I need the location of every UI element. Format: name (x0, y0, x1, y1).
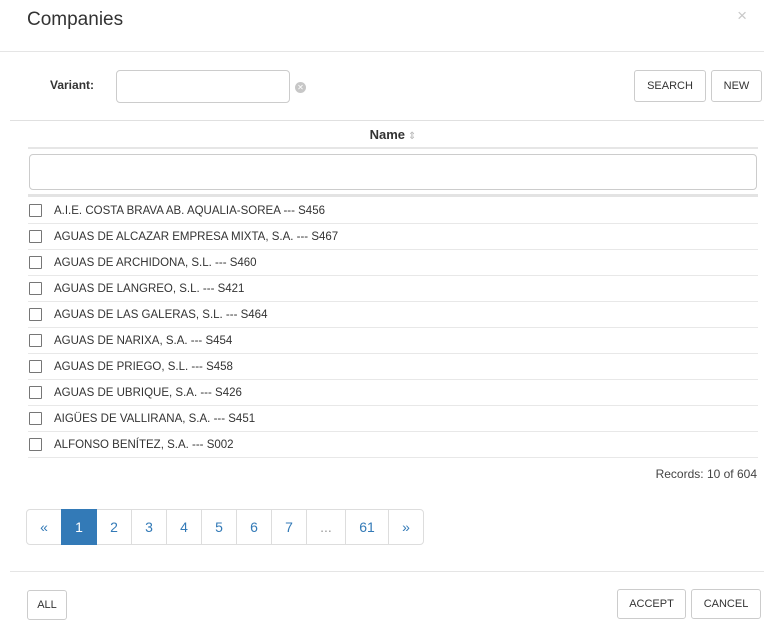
row-label: AIGÜES DE VALLIRANA, S.A. --- S451 (54, 412, 256, 425)
name-filter-input[interactable] (29, 154, 757, 190)
page-next[interactable]: » (388, 509, 424, 545)
row-checkbox[interactable] (29, 230, 42, 243)
search-button[interactable]: SEARCH (634, 70, 706, 102)
divider (10, 571, 764, 572)
accept-button[interactable]: ACCEPT (617, 589, 686, 619)
row-label: AGUAS DE ALCAZAR EMPRESA MIXTA, S.A. ---… (54, 230, 339, 243)
clear-variant-icon[interactable]: ✕ (295, 82, 306, 93)
variant-label: Variant: (50, 78, 95, 92)
close-icon[interactable]: × (737, 7, 747, 24)
page-1[interactable]: 1 (61, 509, 97, 545)
variant-input[interactable] (116, 70, 290, 103)
list-item[interactable]: AGUAS DE ALCAZAR EMPRESA MIXTA, S.A. ---… (28, 224, 758, 250)
row-checkbox[interactable] (29, 204, 42, 217)
page-7[interactable]: 7 (271, 509, 307, 545)
select-all-button[interactable]: ALL (27, 590, 67, 620)
list-item[interactable]: ALFONSO BENÍTEZ, S.A. --- S002 (28, 432, 758, 458)
row-checkbox[interactable] (29, 360, 42, 373)
row-label: AGUAS DE LAS GALERAS, S.L. --- S464 (54, 308, 268, 321)
new-button[interactable]: NEW (711, 70, 762, 102)
modal-title: Companies (27, 9, 124, 30)
row-label: AGUAS DE PRIEGO, S.L. --- S458 (54, 360, 233, 373)
list-item[interactable]: AGUAS DE ARCHIDONA, S.L. --- S460 (28, 250, 758, 276)
row-checkbox[interactable] (29, 308, 42, 321)
page-3[interactable]: 3 (131, 509, 167, 545)
row-checkbox[interactable] (29, 412, 42, 425)
page-6[interactable]: 6 (236, 509, 272, 545)
list-item[interactable]: A.I.E. COSTA BRAVA AB. AQUALIA-SOREA ---… (28, 198, 758, 224)
row-label: AGUAS DE UBRIQUE, S.A. --- S426 (54, 386, 242, 399)
list-item[interactable]: AGUAS DE PRIEGO, S.L. --- S458 (28, 354, 758, 380)
row-checkbox[interactable] (29, 334, 42, 347)
records-count: Records: 10 of 604 (655, 467, 757, 481)
companies-modal: Companies × Variant: ✕ SEARCH NEW Name ⇕ … (0, 0, 764, 620)
list-item[interactable]: AGUAS DE LAS GALERAS, S.L. --- S464 (28, 302, 758, 328)
list-item[interactable]: AGUAS DE NARIXA, S.A. --- S454 (28, 328, 758, 354)
divider (28, 194, 758, 197)
page-first[interactable]: « (26, 509, 62, 545)
row-label: A.I.E. COSTA BRAVA AB. AQUALIA-SOREA ---… (54, 204, 325, 217)
name-column-header[interactable]: Name ⇕ (28, 121, 758, 149)
page-2[interactable]: 2 (96, 509, 132, 545)
page-ellipsis: ... (306, 509, 346, 545)
list-item[interactable]: AGUAS DE UBRIQUE, S.A. --- S426 (28, 380, 758, 406)
page-61[interactable]: 61 (345, 509, 389, 545)
row-checkbox[interactable] (29, 256, 42, 269)
list-item[interactable]: AIGÜES DE VALLIRANA, S.A. --- S451 (28, 406, 758, 432)
column-header-label: Name (369, 127, 406, 142)
row-label: AGUAS DE ARCHIDONA, S.L. --- S460 (54, 256, 257, 269)
cancel-button[interactable]: CANCEL (691, 589, 761, 619)
list-item[interactable]: AGUAS DE LANGREO, S.L. --- S421 (28, 276, 758, 302)
modal-header: Companies × (0, 0, 764, 52)
row-label: AGUAS DE LANGREO, S.L. --- S421 (54, 282, 245, 295)
row-checkbox[interactable] (29, 438, 42, 451)
company-list: A.I.E. COSTA BRAVA AB. AQUALIA-SOREA ---… (28, 198, 758, 458)
page-5[interactable]: 5 (201, 509, 237, 545)
row-checkbox[interactable] (29, 282, 42, 295)
sort-icon[interactable]: ⇕ (408, 131, 416, 142)
pagination: «1 2 3 4 5 6 7... 61» (26, 509, 424, 545)
row-label: ALFONSO BENÍTEZ, S.A. --- S002 (54, 438, 234, 451)
row-label: AGUAS DE NARIXA, S.A. --- S454 (54, 334, 233, 347)
row-checkbox[interactable] (29, 386, 42, 399)
page-4[interactable]: 4 (166, 509, 202, 545)
